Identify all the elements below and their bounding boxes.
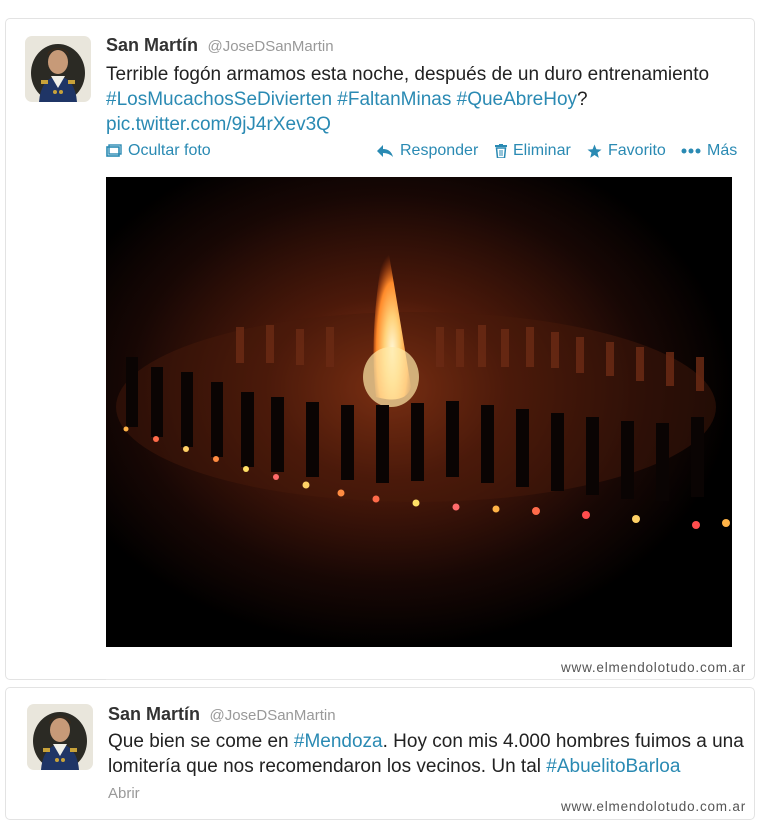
hashtag-link[interactable]: #QueAbreHoy (457, 89, 577, 110)
favorite-button[interactable]: Favorito (587, 142, 666, 160)
divider (106, 679, 734, 680)
tweet-text: Terrible fogón armamos esta noche, despu… (106, 62, 746, 137)
author-name[interactable]: San Martín (108, 704, 200, 724)
hashtag-link[interactable]: #AbuelitoBarloa (546, 756, 680, 777)
hashtag-link[interactable]: #LosMucachosSeDivierten (106, 89, 332, 110)
reply-button[interactable]: Responder (376, 142, 478, 160)
more-button[interactable]: Más (681, 142, 737, 160)
trash-icon (495, 144, 507, 158)
pic-link[interactable]: pic.twitter.com/9jJ4rXev3Q (106, 114, 331, 135)
watermark: www.elmendolotudo.com.ar (560, 660, 746, 675)
tweet-photo[interactable] (106, 177, 732, 647)
hide-photo-label: Ocultar foto (128, 142, 211, 159)
hashtag-link[interactable]: #FaltanMinas (337, 89, 451, 110)
tweet-card-2: San Martín @JoseDSanMartin Que bien se c… (5, 687, 755, 820)
avatar[interactable] (27, 704, 93, 770)
reply-icon (377, 145, 393, 157)
delete-button[interactable]: Eliminar (495, 142, 571, 160)
tweet-text-body: Que bien se come en (108, 731, 294, 752)
avatar[interactable] (25, 36, 91, 102)
tweet-header: San Martín @JoseDSanMartin (108, 704, 336, 725)
tweet-text-punct: ? (577, 89, 588, 110)
tweet-header: San Martín @JoseDSanMartin (106, 35, 334, 56)
delete-label: Eliminar (513, 142, 571, 159)
more-dots-icon (681, 148, 701, 154)
photo-icon (106, 144, 122, 157)
tweet-text-body: Terrible fogón armamos esta noche, despu… (106, 64, 710, 85)
star-icon (587, 144, 602, 158)
tweet-text: Que bien se come en #Mendoza. Hoy con mi… (108, 729, 748, 779)
hide-photo-button[interactable]: Ocultar foto (106, 142, 211, 160)
tweet-actions: Ocultar foto Responder Eliminar Favorito (106, 142, 738, 162)
author-handle[interactable]: @JoseDSanMartin (209, 707, 335, 724)
reply-label: Responder (400, 142, 479, 159)
hashtag-link[interactable]: #Mendoza (294, 731, 383, 752)
tweet-card-1: San Martín @JoseDSanMartin Terrible fogó… (5, 18, 755, 680)
more-label: Más (707, 142, 738, 159)
open-tweet-link[interactable]: Abrir (108, 785, 140, 802)
author-handle[interactable]: @JoseDSanMartin (207, 38, 333, 55)
watermark: www.elmendolotudo.com.ar (560, 799, 746, 814)
author-name[interactable]: San Martín (106, 35, 198, 55)
favorite-label: Favorito (608, 142, 666, 159)
